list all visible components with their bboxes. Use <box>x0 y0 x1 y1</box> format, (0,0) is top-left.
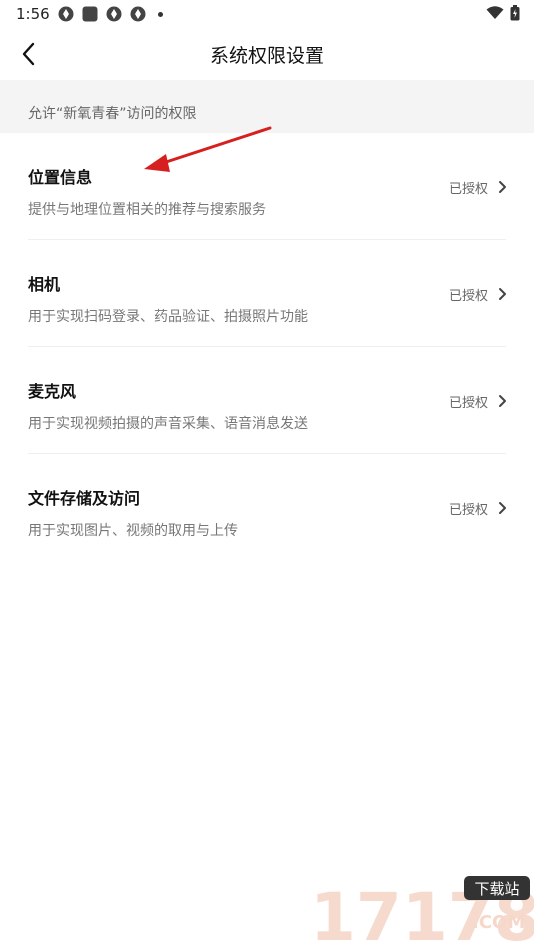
chevron-right-icon <box>499 181 506 193</box>
permission-status: 已授权 <box>448 289 488 304</box>
permission-description: 用于实现图片、视频的取用与上传 <box>28 523 238 539</box>
watermark-badge: 下载站 <box>474 880 519 898</box>
status-bar: 1:56 <box>0 0 534 28</box>
permission-status: 已授权 <box>448 503 488 518</box>
permission-description: 提供与地理位置相关的推荐与搜索服务 <box>28 202 266 218</box>
wifi-icon <box>486 6 504 19</box>
app-notification-icon <box>130 6 146 22</box>
section-header: 允许“新氧青春”访问的权限 <box>0 80 534 133</box>
watermark-suffix: .COM <box>472 912 525 933</box>
chevron-right-icon <box>499 395 506 407</box>
permission-description: 用于实现视频拍摄的声音采集、语音消息发送 <box>28 416 308 432</box>
chevron-right-icon <box>499 288 506 300</box>
permission-item-camera[interactable]: 相机 用于实现扫码登录、药品验证、拍摄照片功能 已授权 <box>0 240 534 347</box>
notification-icons <box>58 6 163 22</box>
permission-title: 位置信息 <box>28 168 93 187</box>
app-notification-icon <box>58 6 74 22</box>
more-notifications-dot <box>158 11 163 17</box>
app-header: 系统权限设置 <box>0 28 534 80</box>
chevron-right-icon <box>499 502 506 514</box>
permission-list: 位置信息 提供与地理位置相关的推荐与搜索服务 已授权 相机 用于实现扫码登录、药… <box>0 133 534 561</box>
permission-status: 已授权 <box>448 396 488 411</box>
permission-title: 文件存储及访问 <box>28 489 141 508</box>
permission-item-storage[interactable]: 文件存储及访问 用于实现图片、视频的取用与上传 已授权 <box>0 454 534 561</box>
permission-status: 已授权 <box>448 182 488 197</box>
battery-icon <box>510 5 520 21</box>
permission-title: 相机 <box>28 275 61 294</box>
permission-description: 用于实现扫码登录、药品验证、拍摄照片功能 <box>28 309 308 325</box>
page-title: 系统权限设置 <box>209 45 324 67</box>
status-time: 1:56 <box>16 5 50 23</box>
system-indicators <box>486 5 520 21</box>
site-watermark-logo: 17178 下载站 .COM <box>310 876 534 950</box>
section-label: 允许“新氧青春”访问的权限 <box>28 106 197 122</box>
square-notification-icon <box>82 6 98 22</box>
permission-title: 麦克风 <box>28 382 77 401</box>
app-notification-icon <box>106 6 122 22</box>
permission-item-location[interactable]: 位置信息 提供与地理位置相关的推荐与搜索服务 已授权 <box>0 133 534 240</box>
permission-item-microphone[interactable]: 麦克风 用于实现视频拍摄的声音采集、语音消息发送 已授权 <box>0 347 534 454</box>
